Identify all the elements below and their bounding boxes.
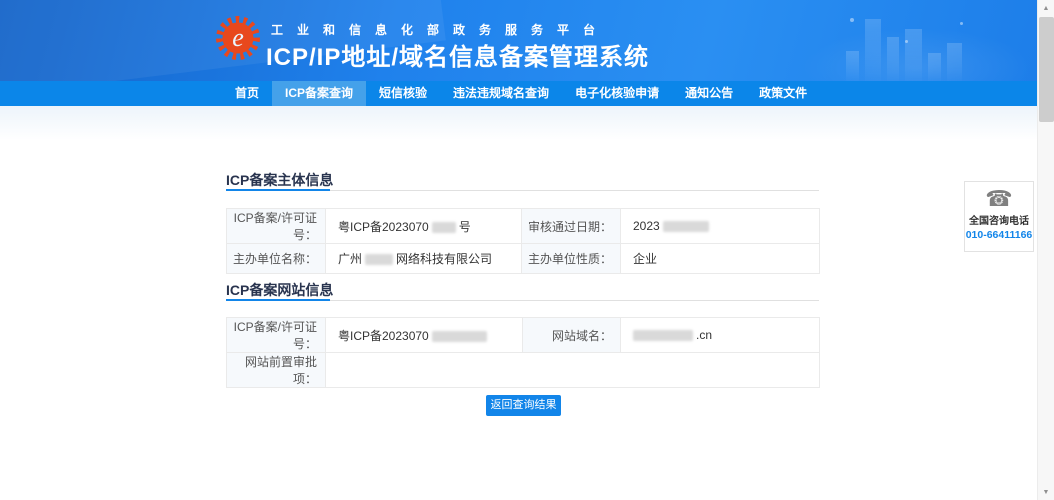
- redacted-text: [663, 221, 709, 232]
- site-title-underline: [226, 299, 330, 301]
- dot-decoration: [850, 18, 854, 22]
- nav-tab-e-verification-apply[interactable]: 电子化核验申请: [562, 81, 672, 106]
- subject-title-underline: [226, 189, 330, 191]
- field-value: .cn: [621, 318, 820, 353]
- field-value: 粤ICP备2023070: [326, 318, 523, 353]
- scroll-down-arrow-icon[interactable]: ▼: [1038, 484, 1054, 500]
- site-section-title: ICP备案网站信息: [226, 280, 333, 300]
- page: e 工业和信息化部政务服务平台 ICP/IP地址/域名信息备案管理系统 首页 I…: [0, 0, 1054, 500]
- nav-tab-policy-files[interactable]: 政策文件: [746, 81, 820, 106]
- hotline-title: 全国咨询电话: [965, 212, 1033, 227]
- redacted-text: [633, 330, 693, 341]
- nav-tab-icp-query[interactable]: ICP备案查询: [272, 81, 366, 106]
- subject-info-table: ICP备案/许可证号： 粤ICP备2023070 号 审核通过日期： 2023 主…: [226, 208, 820, 274]
- domain-suffix: .cn: [696, 328, 712, 342]
- redacted-text: [432, 222, 456, 233]
- subject-section-title: ICP备案主体信息: [226, 170, 333, 190]
- field-label: 网站前置审批项：: [227, 353, 326, 388]
- license-value-prefix: 粤ICP备2023070: [338, 220, 429, 234]
- field-label: 审核通过日期：: [522, 209, 621, 244]
- field-value: 企业: [621, 244, 820, 274]
- search-strip: 广州 科技有限公司 搜索: [0, 106, 1037, 163]
- site-license-prefix: 粤ICP备2023070: [338, 329, 429, 343]
- org-name-prefix: 广州: [338, 252, 362, 266]
- field-label: 主办单位性质：: [522, 244, 621, 274]
- dot-decoration: [960, 22, 963, 25]
- ministry-platform-line: 工业和信息化部政务服务平台: [271, 21, 609, 38]
- redacted-text: [365, 254, 393, 265]
- cityscape-decoration: [846, 19, 962, 81]
- svg-text:e: e: [232, 23, 244, 52]
- table-row: ICP备案/许可证号： 粤ICP备2023070 网站域名： .cn: [227, 318, 820, 353]
- field-value: 广州 网络科技有限公司: [326, 244, 522, 274]
- table-row: ICP备案/许可证号： 粤ICP备2023070 号 审核通过日期： 2023: [227, 209, 820, 244]
- hotline-number: 010-66411166: [965, 229, 1033, 241]
- phone-icon: ☎: [965, 188, 1033, 210]
- redacted-text: [432, 331, 487, 342]
- site-info-table: ICP备案/许可证号： 粤ICP备2023070 网站域名： .cn 网站前置审…: [226, 317, 820, 388]
- table-row: 主办单位名称： 广州 网络科技有限公司 主办单位性质： 企业: [227, 244, 820, 274]
- main-navbar: 首页 ICP备案查询 短信核验 违法违规域名查询 电子化核验申请 通知公告 政策…: [0, 81, 1037, 106]
- field-value: 2023: [621, 209, 820, 244]
- field-value: [326, 353, 820, 388]
- scrollbar-thumb[interactable]: [1039, 17, 1054, 122]
- scroll-up-arrow-icon[interactable]: ▲: [1038, 0, 1054, 16]
- vertical-scrollbar[interactable]: ▲ ▼: [1037, 0, 1054, 500]
- nav-tab-sms-verify[interactable]: 短信核验: [366, 81, 440, 106]
- field-label: ICP备案/许可证号：: [227, 318, 326, 353]
- back-to-results-button[interactable]: 返回查询结果: [486, 395, 561, 416]
- field-label: 网站域名：: [523, 318, 621, 353]
- nav-tab-notices[interactable]: 通知公告: [672, 81, 746, 106]
- hotline-box: ☎ 全国咨询电话 010-66411166: [964, 181, 1034, 252]
- gear-e-logo-icon: e: [213, 13, 263, 63]
- field-value: 粤ICP备2023070 号: [326, 209, 522, 244]
- field-label: 主办单位名称：: [227, 244, 326, 274]
- nav-tab-illegal-domain-query[interactable]: 违法违规域名查询: [440, 81, 562, 106]
- org-name-suffix: 网络科技有限公司: [396, 252, 492, 266]
- approval-date-prefix: 2023: [633, 219, 660, 233]
- system-title: ICP/IP地址/域名信息备案管理系统: [266, 37, 649, 72]
- field-label: ICP备案/许可证号：: [227, 209, 326, 244]
- table-row: 网站前置审批项：: [227, 353, 820, 388]
- nav-tab-home[interactable]: 首页: [222, 81, 272, 106]
- dot-decoration: [905, 40, 908, 43]
- license-value-suffix: 号: [459, 220, 471, 234]
- header-banner: e 工业和信息化部政务服务平台 ICP/IP地址/域名信息备案管理系统: [0, 0, 1037, 81]
